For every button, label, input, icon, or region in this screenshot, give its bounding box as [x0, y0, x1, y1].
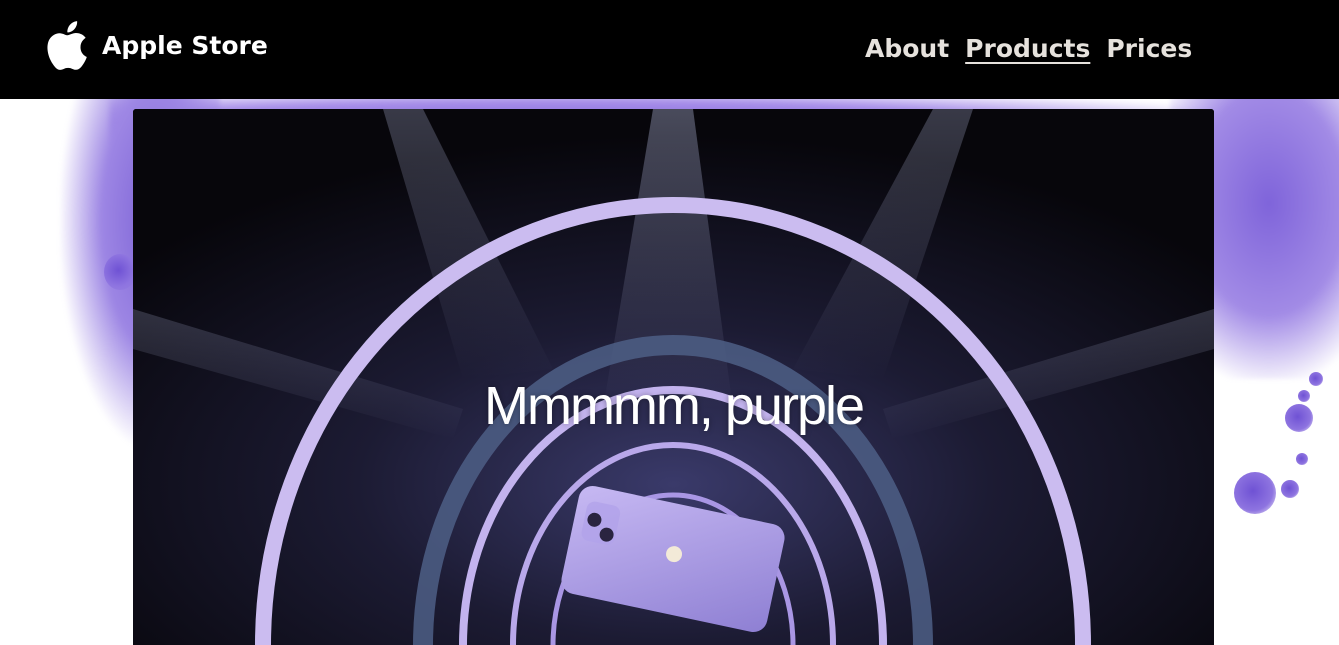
paint-blot [1309, 372, 1323, 386]
nav-link-products[interactable]: Products [965, 30, 1090, 68]
hero-image: Mmmmm, purple [133, 109, 1214, 645]
main-nav: About Products Prices [865, 30, 1192, 68]
iphone-purple-stage-image [133, 109, 1214, 645]
apple-logo-icon [44, 14, 94, 76]
paint-blot [1281, 480, 1299, 498]
paint-blot [1296, 453, 1308, 465]
paint-blot [1285, 404, 1313, 432]
paint-blot [1234, 472, 1276, 514]
brand-home-link[interactable]: Apple Store [44, 14, 268, 76]
paint-blot [104, 254, 136, 290]
nav-link-about[interactable]: About [865, 30, 949, 68]
paint-blot [1298, 390, 1310, 402]
top-navbar: Apple Store About Products Prices [0, 0, 1339, 99]
brand-name: Apple Store [102, 30, 268, 60]
nav-link-prices[interactable]: Prices [1106, 30, 1192, 68]
